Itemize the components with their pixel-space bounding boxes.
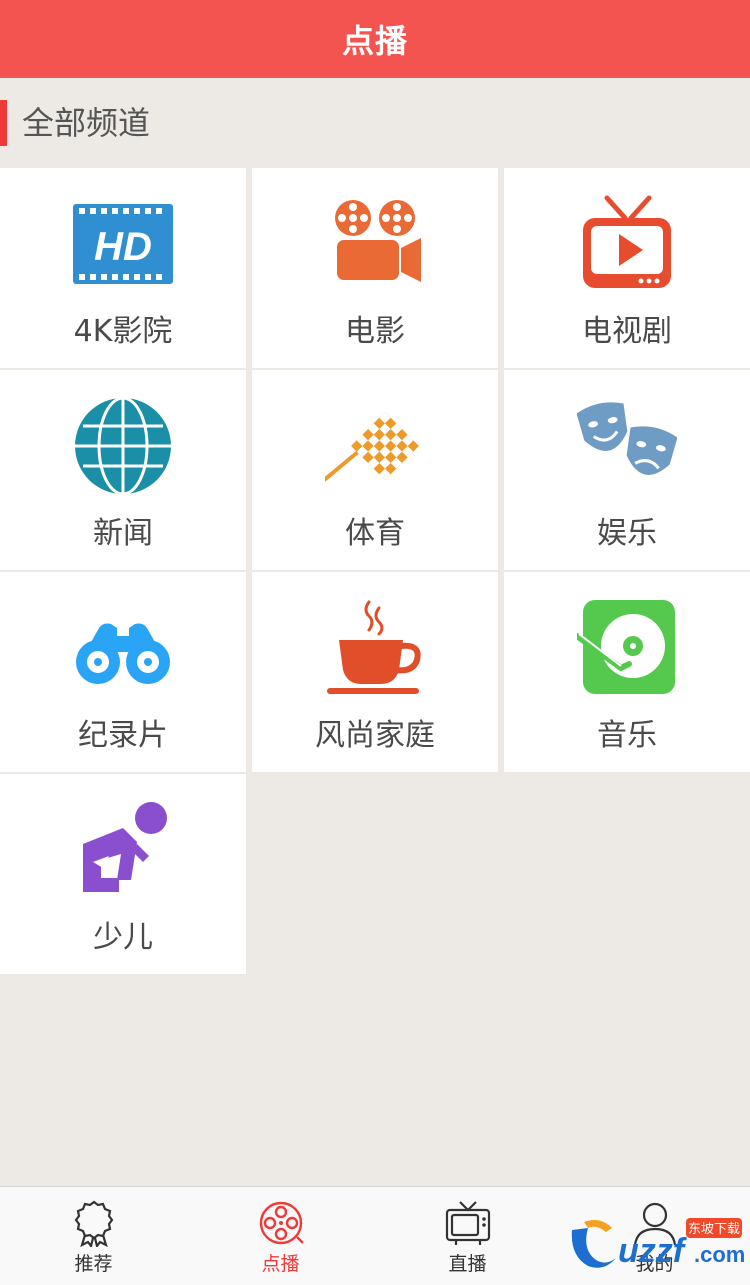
page-title: 点播 <box>341 22 408 60</box>
channel-label: 音乐 <box>597 718 657 753</box>
award-ribbon-icon <box>74 1200 114 1247</box>
channel-tile-4k[interactable]: HD 4K影院 <box>0 168 246 368</box>
channel-tile-kids[interactable]: 少儿 <box>0 774 246 974</box>
coffee-cup-icon <box>327 600 421 694</box>
channel-label: 4K影院 <box>73 314 173 349</box>
tab-live[interactable]: 直播 <box>374 1187 561 1285</box>
channel-tile-music[interactable]: 音乐 <box>504 572 750 772</box>
uzzf-watermark-logo: uzzf .com 东坡下载 <box>571 1218 744 1270</box>
channel-tile-tv-series[interactable]: 电视剧 <box>504 168 750 368</box>
section-header: 全部频道 <box>0 78 750 168</box>
channel-label: 体育 <box>345 516 405 551</box>
film-reel-icon <box>259 1201 304 1245</box>
channel-tile-entertainment[interactable]: 娱乐 <box>504 370 750 570</box>
tab-vod[interactable]: 点播 <box>187 1187 374 1285</box>
channel-label: 电影 <box>345 314 405 349</box>
tab-recommend[interactable]: 推荐 <box>0 1187 187 1285</box>
theater-masks-icon <box>577 402 677 475</box>
section-title: 全部频道 <box>22 104 151 142</box>
tv-play-icon <box>583 195 671 288</box>
channel-tile-lifestyle-family[interactable]: 风尚家庭 <box>252 572 498 772</box>
channel-label: 风尚家庭 <box>315 718 435 753</box>
svg-text:HD: HD <box>94 225 152 269</box>
channel-label: 电视剧 <box>582 314 672 349</box>
svg-text:.com: .com <box>694 1242 744 1267</box>
tab-label: 推荐 <box>74 1253 113 1275</box>
channel-label: 新闻 <box>93 516 153 551</box>
globe-icon <box>75 396 171 496</box>
checkered-flag-icon <box>325 412 419 482</box>
channel-label: 少儿 <box>93 920 153 955</box>
tv-icon <box>445 1201 491 1245</box>
channel-label: 纪录片 <box>78 718 168 753</box>
channel-tile-news[interactable]: 新闻 <box>0 370 246 570</box>
binoculars-icon <box>76 623 170 684</box>
channel-tile-documentary[interactable]: 纪录片 <box>0 572 246 772</box>
tab-label: 直播 <box>448 1253 487 1275</box>
svg-text:uzzf: uzzf <box>618 1232 688 1270</box>
channel-tile-sports[interactable]: 体育 <box>252 370 498 570</box>
movie-camera-icon <box>335 200 421 282</box>
crawling-child-icon <box>83 802 167 892</box>
channel-label: 娱乐 <box>597 516 657 551</box>
turntable-icon <box>577 600 675 694</box>
hd-icon: HD <box>73 204 173 284</box>
top-bar: 点播 <box>0 0 750 78</box>
svg-text:东坡下载: 东坡下载 <box>688 1222 740 1237</box>
section-accent-bar <box>0 100 7 146</box>
tab-label: 点播 <box>261 1253 300 1275</box>
channel-tile-movie[interactable]: 电影 <box>252 168 498 368</box>
